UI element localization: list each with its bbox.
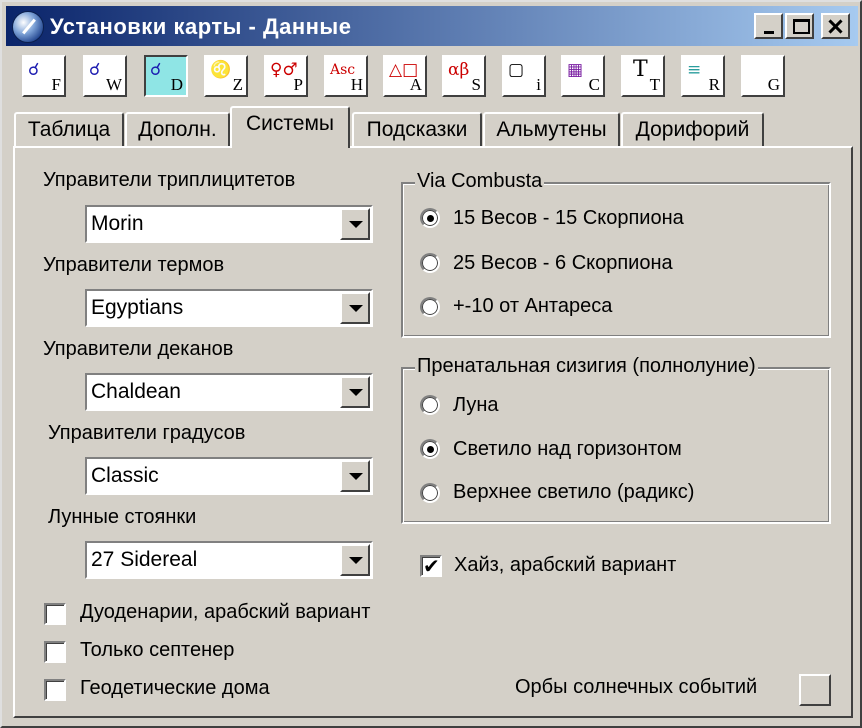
hayz-checkbox[interactable]: [420, 554, 442, 578]
zodiac-sign-icon: ♌: [210, 60, 232, 80]
terms-label: Управители термов: [43, 254, 225, 276]
solar-orbs-label: Орбы солнечных событий: [515, 676, 758, 698]
via-combusta-radio-1[interactable]: [420, 208, 440, 228]
solar-orbs-button[interactable]: [799, 674, 831, 706]
chevron-down-icon[interactable]: [340, 376, 370, 408]
app-logo-icon[interactable]: [12, 11, 44, 43]
tool-letter: S: [471, 75, 481, 94]
triplicity-label: Управители триплицитетов: [43, 169, 296, 191]
prenatal-option-2[interactable]: Светило над горизонтом: [453, 438, 682, 461]
minimize-button[interactable]: [754, 13, 783, 39]
mansions-select[interactable]: 27 Sidereal: [85, 541, 373, 579]
tool-letter: i: [536, 75, 541, 94]
tool-letter: A: [409, 75, 422, 94]
prenatal-title: Пренатальная сизигия (полнолуние): [415, 355, 758, 378]
tab-systems[interactable]: Системы: [230, 106, 350, 148]
chevron-down-icon[interactable]: [340, 460, 370, 492]
terms-value: Egyptians: [91, 296, 184, 319]
tab-almutens[interactable]: Альмутены: [483, 112, 620, 146]
settings-window: Установки карты - Данные ☌ F ☌ W ☌ D ♌ Z…: [0, 0, 862, 728]
tool-letter: G: [767, 75, 780, 94]
decans-select[interactable]: Chaldean: [85, 373, 373, 411]
decans-value: Chaldean: [91, 380, 181, 403]
chevron-down-icon[interactable]: [340, 292, 370, 324]
chevron-down-icon[interactable]: [340, 544, 370, 576]
degrees-select[interactable]: Classic: [85, 457, 373, 495]
prenatal-option-3[interactable]: Верхнее светило (радикс): [453, 481, 694, 504]
degrees-label: Управители градусов: [48, 422, 246, 444]
tool-letter: P: [293, 75, 303, 94]
via-combusta-option-1[interactable]: 15 Весов - 15 Скорпиона: [453, 207, 684, 230]
tool-button-h[interactable]: Asc H: [324, 55, 368, 97]
prenatal-radio-3[interactable]: [420, 483, 440, 503]
prenatal-radio-2[interactable]: [420, 439, 440, 459]
septenary-label[interactable]: Только септенер: [80, 639, 234, 662]
tool-button-s[interactable]: αβ S: [442, 55, 486, 97]
tool-button-c[interactable]: ▦ C: [561, 55, 605, 97]
tool-button-f[interactable]: ☌ F: [22, 55, 66, 97]
tool-button-p[interactable]: ♀♂ P: [264, 55, 308, 97]
tool-button-t[interactable]: T T: [621, 55, 665, 97]
via-combusta-title: Via Combusta: [415, 170, 545, 193]
via-combusta-radio-3[interactable]: [420, 297, 440, 317]
prenatal-option-1[interactable]: Луна: [453, 394, 499, 417]
mansions-label: Лунные стоянки: [48, 506, 197, 528]
tool-button-r[interactable]: ≡ R: [681, 55, 725, 97]
colors-icon: ▦: [567, 60, 584, 80]
mansions-value: 27 Sidereal: [91, 548, 198, 571]
tool-letter: H: [350, 75, 363, 94]
tool-letter: D: [170, 75, 183, 94]
via-combusta-option-2[interactable]: 25 Весов - 6 Скорпиона: [453, 252, 673, 275]
hayz-label[interactable]: Хайз, арабский вариант: [454, 554, 676, 577]
tab-doryphory[interactable]: Дорифорий: [621, 112, 764, 146]
decans-label: Управители деканов: [43, 338, 234, 360]
tab-table[interactable]: Таблица: [14, 112, 124, 146]
maximize-button[interactable]: [785, 13, 814, 39]
via-combusta-option-3[interactable]: +-10 от Антареса: [453, 295, 612, 318]
duodenary-label[interactable]: Дуоденарии, арабский вариант: [80, 601, 370, 624]
via-combusta-radio-2[interactable]: [420, 253, 440, 273]
chevron-down-icon[interactable]: [340, 208, 370, 240]
window-title: Установки карты - Данные: [50, 14, 352, 39]
tool-letter: R: [708, 75, 720, 94]
close-button[interactable]: [821, 13, 850, 39]
prenatal-radio-1[interactable]: [420, 395, 440, 415]
degrees-value: Classic: [91, 464, 159, 487]
triplicity-value: Morin: [91, 212, 144, 235]
report-icon: ≡: [687, 60, 702, 80]
septenary-checkbox[interactable]: [44, 641, 66, 663]
tool-button-z[interactable]: ♌ Z: [204, 55, 248, 97]
tool-button-d[interactable]: ☌ D: [144, 55, 188, 97]
tool-button-g[interactable]: G: [741, 55, 785, 97]
aspect-circle-icon: ☌: [28, 60, 40, 80]
tool-letter: C: [588, 75, 600, 94]
tool-button-i[interactable]: ▢ i: [502, 55, 546, 97]
tool-letter: W: [105, 75, 122, 94]
aspect-circle-icon: ☌: [150, 60, 162, 80]
title-bar[interactable]: Установки карты - Данные: [6, 6, 858, 46]
tool-letter: Z: [232, 75, 243, 94]
stars-icon: αβ: [448, 60, 470, 80]
triplicity-select[interactable]: Morin: [85, 205, 373, 243]
tab-hints[interactable]: Подсказки: [352, 112, 482, 146]
geodetic-checkbox[interactable]: [44, 679, 66, 701]
terms-select[interactable]: Egyptians: [85, 289, 373, 327]
tool-button-w[interactable]: ☌ W: [83, 55, 127, 97]
duodenary-checkbox[interactable]: [44, 603, 66, 625]
tool-letter: F: [51, 75, 61, 94]
geodetic-label[interactable]: Геодетические дома: [80, 677, 270, 700]
info-icon: ▢: [508, 60, 525, 80]
tool-letter: T: [649, 75, 660, 94]
aspect-circle-icon: ☌: [89, 60, 101, 80]
fonts-icon: T: [633, 57, 648, 82]
tab-additional[interactable]: Дополн.: [125, 112, 230, 146]
tool-button-a[interactable]: △□ A: [383, 55, 427, 97]
